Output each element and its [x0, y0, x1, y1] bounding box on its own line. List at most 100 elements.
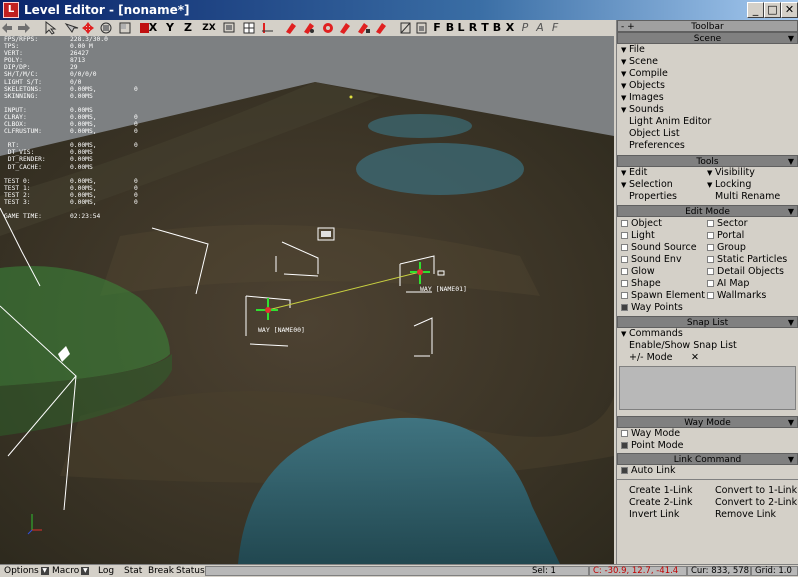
mode-sector[interactable]: Sector	[703, 218, 789, 230]
view-reset-button[interactable]: X	[503, 21, 517, 35]
snap-clear-button[interactable]: ✕	[691, 352, 699, 364]
create-1-link-button[interactable]: Create 1-Link	[617, 485, 703, 497]
grid-icon[interactable]	[243, 22, 255, 34]
snap-objects-icon[interactable]	[286, 23, 296, 34]
preferences-button[interactable]: Preferences	[617, 140, 798, 152]
tools-section-header[interactable]: Tools ▼	[617, 155, 798, 167]
menu-visibility[interactable]: ▼ Visibility	[703, 167, 789, 179]
menu-compile[interactable]: ▼ Compile	[617, 68, 798, 80]
snap-moving-icon[interactable]	[323, 23, 333, 33]
menu-edit[interactable]: ▼ Edit	[617, 167, 703, 179]
mode-way-points[interactable]: Way Points	[617, 302, 703, 314]
view-bottom-button[interactable]: B	[490, 21, 504, 35]
axis-zx-button[interactable]: ZX	[200, 21, 218, 35]
view-fly-button[interactable]: F	[548, 21, 562, 35]
point-mode-option[interactable]: Point Mode	[617, 440, 798, 452]
view-free-button[interactable]: A	[533, 21, 547, 35]
menu-selection[interactable]: ▼ Selection	[617, 179, 703, 191]
axis-x-button[interactable]: X	[146, 21, 160, 35]
object-list-button[interactable]: Object List	[617, 128, 798, 140]
view-perspective-button[interactable]: P	[518, 21, 532, 35]
zoom-extents-icon[interactable]	[400, 22, 411, 34]
menu-file[interactable]: ▼ File	[617, 44, 798, 56]
stat-button[interactable]: Stat	[124, 565, 142, 577]
mode-detail-objects[interactable]: Detail Objects	[703, 266, 789, 278]
multi-rename-button[interactable]: Multi Rename	[703, 191, 789, 203]
mode-glow[interactable]: Glow	[617, 266, 703, 278]
axis-z-button[interactable]: Z	[181, 21, 195, 35]
status-bar: Options ▼ Macro ▼ Log Stat Break Status: S…	[0, 564, 798, 577]
close-button[interactable]: ✕	[781, 2, 798, 18]
mode-static-particles[interactable]: Static Particles	[703, 254, 789, 266]
checkbox-icon	[707, 220, 714, 227]
menu-scene[interactable]: ▼ Scene	[617, 56, 798, 68]
convert-1-link-button[interactable]: Convert to 1-Link	[703, 485, 797, 497]
collapse-icon[interactable]: ▼	[788, 156, 794, 168]
properties-button[interactable]: Properties	[617, 191, 703, 203]
axis-y-button[interactable]: Y	[163, 21, 177, 35]
snap-list-box[interactable]	[619, 366, 796, 410]
scene-viewport[interactable]: FPS/RFPS: 228.3/30.0 TPS: 0.00 M VERT: 26427 P…	[0, 36, 614, 564]
auto-link-option[interactable]: Auto Link	[617, 465, 798, 477]
zoom-selected-icon[interactable]	[416, 22, 427, 34]
section-title: Link Command	[673, 455, 742, 465]
mode-wallmarks[interactable]: Wallmarks	[703, 290, 789, 302]
mode-sound-source[interactable]: Sound Source	[617, 242, 703, 254]
snap-mode-button[interactable]: +/- Mode	[629, 352, 673, 363]
way-mode-section-header[interactable]: Way Mode ▼	[617, 416, 798, 428]
macro-menu[interactable]: Macro ▼	[52, 565, 90, 577]
options-menu[interactable]: Options ▼	[4, 565, 49, 577]
minimize-button[interactable]: _	[747, 2, 764, 18]
break-button[interactable]: Break	[148, 565, 174, 577]
light-anim-editor-button[interactable]: Light Anim Editor	[617, 116, 798, 128]
move-icon[interactable]	[82, 22, 94, 34]
snap-list-section-header[interactable]: Snap List ▼	[617, 316, 798, 328]
edit-mode-section-header[interactable]: Edit Mode ▼	[617, 205, 798, 217]
camera-icon[interactable]	[223, 22, 235, 33]
invert-link-button[interactable]: Invert Link	[617, 509, 703, 521]
scene-section-header[interactable]: Scene ▼	[617, 32, 798, 44]
select-cursor-icon[interactable]	[64, 23, 79, 33]
snap-angle-icon[interactable]	[376, 23, 386, 34]
mode-shape[interactable]: Shape	[617, 278, 703, 290]
scale-icon[interactable]	[119, 22, 131, 34]
menu-locking[interactable]: ▼ Locking	[703, 179, 789, 191]
arrow-left-icon[interactable]	[2, 23, 12, 33]
menu-commands[interactable]: ▼ Commands	[617, 328, 798, 340]
snap-grid-icon[interactable]	[358, 23, 370, 34]
mode-sound-env[interactable]: Sound Env	[617, 254, 703, 266]
log-button[interactable]: Log	[98, 565, 114, 577]
mode-light[interactable]: Light	[617, 230, 703, 242]
enable-snap-list-button[interactable]: Enable/Show Snap List	[617, 340, 798, 352]
dropdown-arrow-icon: ▼	[81, 566, 90, 575]
way-mode-option[interactable]: Way Mode	[617, 428, 798, 440]
collapse-icon[interactable]: ▼	[788, 33, 794, 45]
mode-spawn-element[interactable]: Spawn Element	[617, 290, 705, 302]
convert-2-link-button[interactable]: Convert to 2-Link	[703, 497, 797, 509]
stat-value: 0.00MS,	[70, 128, 97, 136]
app-icon[interactable]: L	[3, 2, 19, 18]
maximize-button[interactable]: □	[764, 2, 781, 18]
mode-group[interactable]: Group	[703, 242, 789, 254]
snap-vertex-icon[interactable]	[304, 23, 314, 34]
collapse-icon[interactable]: ▼	[788, 317, 794, 329]
collapse-icon[interactable]: ▼	[788, 454, 794, 466]
view-front-button[interactable]: F	[430, 21, 444, 35]
axis-snap-icon[interactable]	[262, 23, 273, 33]
stat-value: 0	[134, 184, 138, 192]
select-icon[interactable]	[45, 20, 57, 35]
create-2-link-button[interactable]: Create 2-Link	[617, 497, 703, 509]
rotate-icon[interactable]	[100, 22, 112, 34]
menu-objects[interactable]: ▼ Objects	[617, 80, 798, 92]
menu-sounds[interactable]: ▼ Sounds	[617, 104, 798, 116]
snap-normal-icon[interactable]	[340, 23, 350, 34]
collapse-icon[interactable]: ▼	[788, 417, 794, 429]
mode-ai-map[interactable]: AI Map	[703, 278, 789, 290]
menu-images[interactable]: ▼ Images	[617, 92, 798, 104]
collapse-icon[interactable]: ▼	[788, 206, 794, 218]
remove-link-button[interactable]: Remove Link	[703, 509, 789, 521]
mode-portal[interactable]: Portal	[703, 230, 789, 242]
arrow-right-icon[interactable]	[18, 23, 30, 33]
link-command-section-header[interactable]: Link Command ▼	[617, 453, 798, 465]
mode-object[interactable]: Object	[617, 218, 703, 230]
